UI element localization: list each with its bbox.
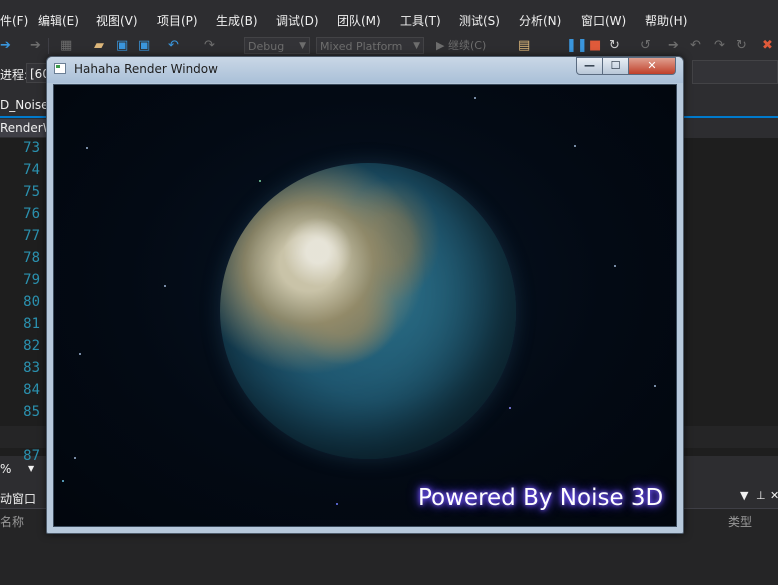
forward-icon[interactable]: ➔: [30, 38, 41, 54]
minimize-button[interactable]: —: [576, 57, 603, 75]
line-number: 75: [23, 184, 40, 200]
line-number: 74: [23, 162, 40, 178]
powered-by-text: Powered By Noise 3D: [418, 485, 664, 511]
window-title: Hahaha Render Window: [74, 62, 218, 76]
menu-project[interactable]: 项目(P): [157, 12, 198, 29]
star: [86, 147, 88, 149]
save-icon[interactable]: ▣: [116, 38, 128, 54]
menu-build[interactable]: 生成(B): [216, 12, 258, 29]
continue-button[interactable]: ▶ 继续(C): [436, 38, 486, 54]
star: [574, 145, 576, 147]
close-icon[interactable]: ✕: [770, 489, 778, 502]
menu-view[interactable]: 视图(V): [96, 12, 138, 29]
continue-label: 继续(C): [447, 39, 487, 52]
ide-menubar: 件(F) 编辑(E) 视图(V) 项目(P) 生成(B) 调试(D) 团队(M)…: [0, 8, 778, 32]
step-icon[interactable]: ↺: [640, 38, 651, 54]
panel-title: 动窗口: [0, 492, 37, 506]
star: [654, 385, 656, 387]
window-titlebar[interactable]: Hahaha Render Window — ☐ ✕: [47, 57, 683, 83]
save-all-icon[interactable]: ▣: [138, 38, 150, 54]
step-out-icon[interactable]: ↷: [714, 38, 725, 54]
star: [614, 265, 616, 267]
column-name[interactable]: 名称: [0, 513, 24, 530]
star: [79, 353, 81, 355]
maximize-button[interactable]: ☐: [602, 57, 629, 75]
app-icon: [54, 63, 66, 74]
undo-icon[interactable]: ↶: [168, 38, 179, 54]
back-icon[interactable]: ➔: [0, 38, 11, 54]
star: [74, 457, 76, 459]
render-window: Hahaha Render Window — ☐ ✕ Powered By No…: [46, 56, 684, 534]
ide-toolbar: ➔ ➔ ▦ ▰ ▣ ▣ ↶ ↷ Debug ▼ Mixed Platform ▼…: [0, 34, 778, 58]
column-type[interactable]: 类型: [728, 513, 752, 530]
line-number: 80: [23, 294, 40, 310]
stop-icon[interactable]: ■: [589, 38, 601, 54]
process-label: 进程:: [0, 68, 29, 82]
line-number: 84: [23, 382, 40, 398]
config-combo[interactable]: Debug ▼: [244, 37, 310, 54]
line-number: 78: [23, 250, 40, 266]
file-tab[interactable]: D_Noise: [0, 96, 48, 114]
stack-frame-combo[interactable]: [692, 60, 778, 84]
new-project-icon[interactable]: ▦: [60, 38, 72, 54]
menu-team[interactable]: 团队(M): [337, 12, 381, 29]
render-file-tab[interactable]: RenderW: [0, 119, 48, 137]
menu-test[interactable]: 测试(S): [459, 12, 500, 29]
exception-icon[interactable]: ✖: [762, 38, 773, 54]
star: [474, 97, 476, 99]
minimize-icon: —: [584, 59, 595, 72]
menu-file[interactable]: 件(F): [0, 12, 28, 29]
line-number: 79: [23, 272, 40, 288]
refresh-icon[interactable]: ↻: [736, 38, 747, 54]
close-button[interactable]: ✕: [628, 57, 676, 75]
attach-icon[interactable]: ▤: [518, 38, 530, 54]
menu-window[interactable]: 窗口(W): [581, 12, 626, 29]
platform-value: Mixed Platform: [320, 40, 403, 53]
star: [62, 480, 64, 482]
pause-icon[interactable]: ❚❚: [566, 38, 588, 54]
star: [336, 503, 338, 505]
chevron-down-icon: ▼: [413, 41, 420, 51]
star: [509, 407, 511, 409]
step-into-icon[interactable]: ↶: [690, 38, 701, 54]
open-folder-icon[interactable]: ▰: [94, 38, 104, 54]
restart-icon[interactable]: ↻: [609, 38, 620, 54]
bottom-panel-body: [0, 531, 778, 585]
config-value: Debug: [248, 40, 285, 53]
line-number: 73: [23, 140, 40, 156]
menu-debug[interactable]: 调试(D): [276, 12, 319, 29]
close-icon: ✕: [647, 59, 657, 72]
render-viewport[interactable]: Powered By Noise 3D: [53, 84, 677, 527]
redo-icon[interactable]: ↷: [204, 38, 215, 54]
chevron-down-icon: ▼: [28, 464, 35, 473]
line-number: 81: [23, 316, 40, 332]
menu-edit[interactable]: 编辑(E): [38, 12, 79, 29]
menu-help[interactable]: 帮助(H): [645, 12, 687, 29]
zoom-value: %: [0, 462, 12, 476]
line-number: 77: [23, 228, 40, 244]
star: [164, 285, 166, 287]
platform-combo[interactable]: Mixed Platform ▼: [316, 37, 424, 54]
star: [259, 180, 261, 182]
step-over-icon[interactable]: ➔: [668, 38, 679, 54]
line-number: 76: [23, 206, 40, 222]
line-number: 85: [23, 404, 40, 420]
line-number: 83: [23, 360, 40, 376]
zoom-combo[interactable]: % ▼: [0, 460, 46, 478]
maximize-icon: ☐: [610, 59, 621, 72]
menu-tools[interactable]: 工具(T): [400, 12, 441, 29]
earth-globe: [220, 163, 516, 459]
menu-analyze[interactable]: 分析(N): [519, 12, 561, 29]
panel-dropdown-icon[interactable]: ▼: [740, 489, 748, 502]
chevron-down-icon: ▼: [299, 41, 306, 51]
toolbar-separator: [48, 38, 49, 54]
line-number: 82: [23, 338, 40, 354]
pin-icon[interactable]: ⊥: [756, 489, 766, 502]
